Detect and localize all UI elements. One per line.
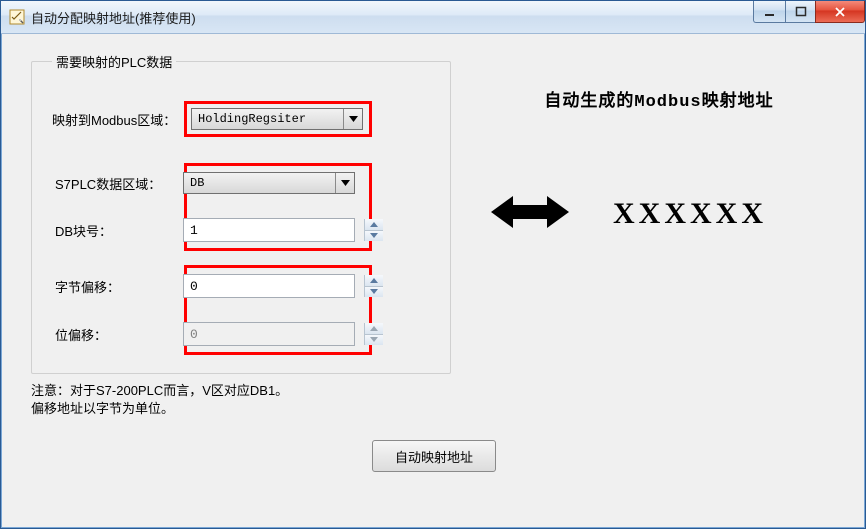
double-arrow-icon [491, 192, 569, 235]
note-text: 注意：对于S7-200PLC而言，V区对应DB1。 偏移地址以字节为单位。 [31, 382, 451, 418]
note-line-2: 偏移地址以字节为单位。 [31, 400, 451, 418]
right-panel: 自动生成的Modbus映射地址 XXXXXX [475, 52, 843, 235]
result-value: XXXXXX [613, 197, 767, 231]
spin-db-number[interactable] [183, 218, 355, 242]
dropdown-arrow-icon [336, 173, 354, 193]
spin-bit-offset [183, 322, 355, 346]
spin-up-icon[interactable] [365, 219, 383, 231]
left-column: 需要映射的PLC数据 映射到Modbus区域： HoldingRegsiter [31, 52, 451, 418]
label-db-number: DB块号： [55, 221, 183, 240]
combo-s7-area[interactable]: DB [183, 172, 355, 194]
window-title: 自动分配映射地址(推荐使用) [31, 8, 196, 27]
label-bit-offset: 位偏移： [55, 325, 183, 344]
client-area: 需要映射的PLC数据 映射到Modbus区域： HoldingRegsiter [1, 34, 865, 528]
caption-buttons [753, 1, 865, 23]
combo-modbus-area[interactable]: HoldingRegsiter [191, 108, 363, 130]
spin-down-icon[interactable] [365, 231, 383, 242]
spin-up-icon[interactable] [365, 275, 383, 287]
highlight-s7-db: S7PLC数据区域： DB DB块号： [184, 163, 372, 251]
spin-down-icon[interactable] [365, 287, 383, 298]
label-s7-area: S7PLC数据区域： [55, 174, 183, 193]
plc-data-fieldset: 需要映射的PLC数据 映射到Modbus区域： HoldingRegsiter [31, 52, 451, 374]
label-modbus-area: 映射到Modbus区域： [52, 110, 184, 129]
minimize-button[interactable] [753, 1, 785, 23]
row-modbus-area: 映射到Modbus区域： HoldingRegsiter [52, 101, 434, 137]
combo-s7-area-text: DB [184, 173, 336, 193]
close-button[interactable] [815, 1, 865, 23]
spin-down-icon [365, 335, 383, 346]
arrow-result-row: XXXXXX [491, 192, 767, 235]
input-db-number[interactable] [184, 219, 364, 241]
titlebar: 自动分配映射地址(推荐使用) [1, 1, 865, 34]
row-byte-offset: 字节偏移： [191, 274, 365, 298]
row-bit-offset: 位偏移： [191, 322, 365, 346]
auto-map-row: 自动映射地址 [1, 440, 866, 472]
combo-modbus-area-text: HoldingRegsiter [192, 109, 344, 129]
spin-byte-offset[interactable] [183, 274, 355, 298]
spin-buttons [364, 323, 383, 345]
spin-buttons [364, 219, 383, 241]
note-line-1: 注意：对于S7-200PLC而言，V区对应DB1。 [31, 382, 451, 400]
spin-up-icon [365, 323, 383, 335]
label-byte-offset: 字节偏移： [55, 277, 183, 296]
input-byte-offset[interactable] [184, 275, 364, 297]
right-panel-title: 自动生成的Modbus映射地址 [544, 86, 773, 112]
maximize-button[interactable] [785, 1, 815, 23]
auto-map-button[interactable]: 自动映射地址 [372, 440, 496, 472]
dropdown-arrow-icon [344, 109, 362, 129]
input-bit-offset [184, 323, 364, 345]
highlight-modbus-area: HoldingRegsiter [184, 101, 372, 137]
highlight-offsets: 字节偏移： 位偏移： [184, 265, 372, 355]
spin-buttons [364, 275, 383, 297]
row-s7-area: S7PLC数据区域： DB [191, 172, 365, 194]
fieldset-legend: 需要映射的PLC数据 [52, 52, 176, 71]
app-icon [9, 9, 25, 25]
row-db-number: DB块号： [191, 218, 365, 242]
app-window: 自动分配映射地址(推荐使用) 需要映射的PLC数据 映射到Modbus区域 [0, 0, 866, 529]
